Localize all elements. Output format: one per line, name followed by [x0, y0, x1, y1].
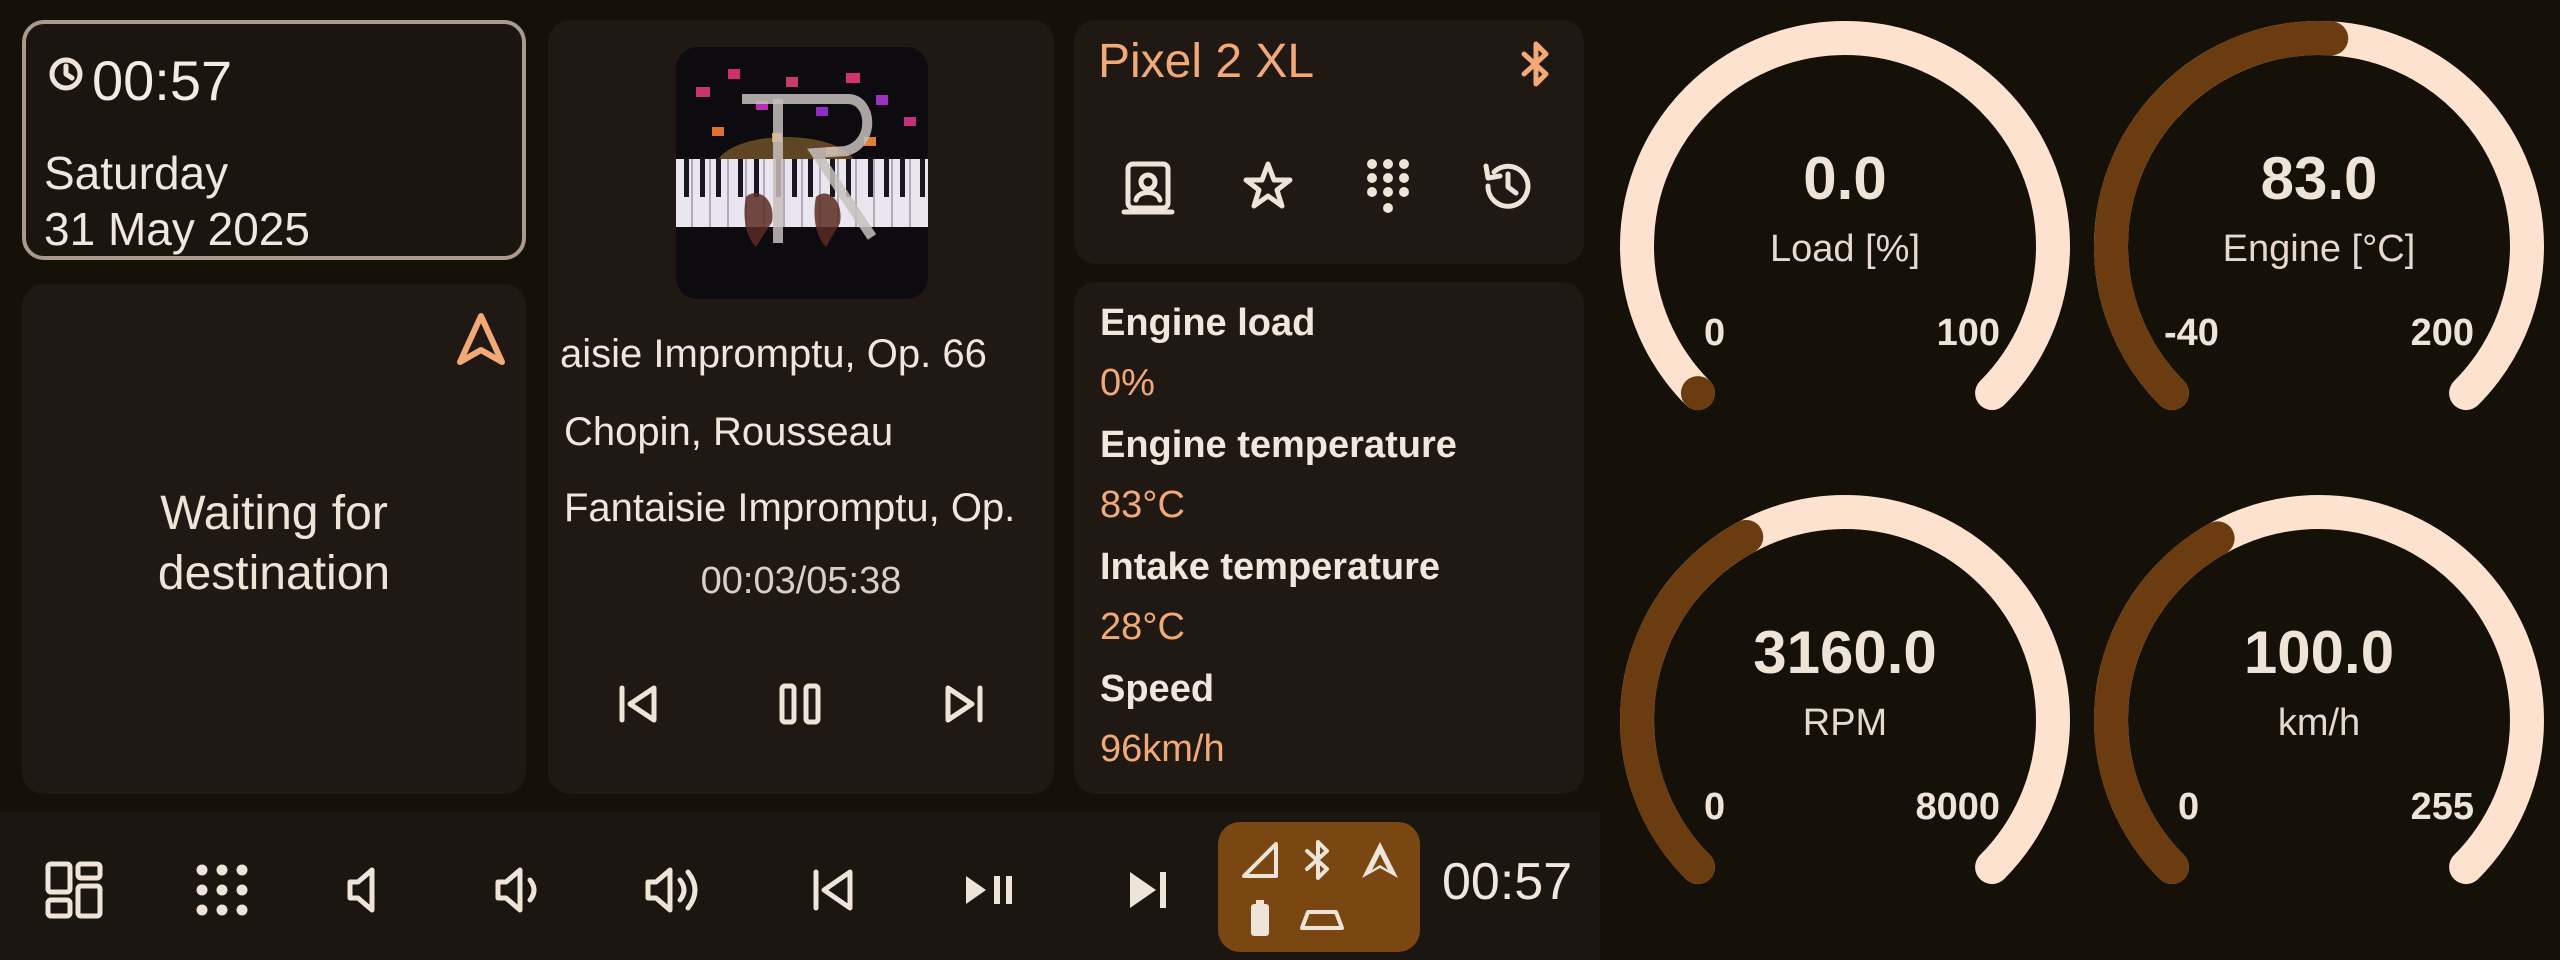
gauge-min: -40 [2164, 312, 2219, 354]
play-pause-button[interactable] [960, 860, 1020, 920]
contacts-button[interactable] [1118, 156, 1178, 216]
album-art [676, 47, 928, 299]
gauge-unit: km/h [2277, 702, 2361, 744]
signal-icon [1240, 840, 1280, 880]
navigation-card[interactable]: Waiting for destination [22, 284, 526, 794]
clock-day: Saturday [44, 147, 229, 199]
gauge-min: 0 [1704, 786, 1726, 828]
gauge-max: 100 [1936, 312, 2000, 354]
gauge-unit: RPM [1802, 702, 1888, 744]
bluetooth-status-icon [1298, 838, 1338, 882]
gauge-unit: Load [%] [1770, 228, 1920, 270]
gauge-value: 0.0 [1803, 145, 1887, 212]
gauge-value: 100.0 [2243, 619, 2395, 686]
gauge-load: 0.0 Load [%] 0 100 [1610, 14, 2080, 474]
dialpad-button[interactable] [1358, 156, 1418, 220]
navigation-arrow-icon [454, 310, 508, 370]
gauge-unit: Engine [°C] [2222, 228, 2416, 270]
gauge-max: 200 [2410, 312, 2474, 354]
volume-down-button[interactable] [490, 860, 550, 920]
gauge-min: 0 [2178, 786, 2200, 828]
gauge-max: 8000 [1915, 786, 2000, 828]
obd-value: 28°C [1100, 606, 1185, 648]
track-artist: Chopin, Rousseau [564, 410, 894, 454]
previous-track-button[interactable] [614, 680, 662, 728]
phone-device-name: Pixel 2 XL [1098, 35, 1315, 88]
gauge-engine-temperature: 83.0 Engine [°C] -40 200 [2084, 14, 2554, 474]
volume-up-button[interactable] [644, 860, 704, 920]
obd-value: 96km/h [1100, 728, 1225, 770]
obd-label: Speed [1100, 668, 1215, 710]
track-position: 00:03/05:38 [700, 560, 902, 602]
gauge-value: 83.0 [2260, 145, 2378, 212]
obd-label: Engine temperature [1100, 424, 1457, 466]
car-icon [1298, 906, 1346, 934]
clock-time: 00:57 [92, 49, 233, 112]
track-title: aisie Impromptu, Op. 66 [560, 332, 987, 376]
battery-icon [1248, 898, 1272, 938]
clock-date: 31 May 2025 [44, 203, 310, 255]
obd-label: Intake temperature [1100, 546, 1441, 588]
pause-button[interactable] [776, 680, 826, 728]
obd-card[interactable]: Engine load 0% Engine temperature 83°C I… [1074, 282, 1584, 794]
favorites-button[interactable] [1238, 156, 1298, 216]
gauge-fill [2094, 21, 2349, 411]
apps-button[interactable] [192, 860, 252, 920]
obd-value: 0% [1100, 362, 1155, 404]
dashboard-button[interactable] [44, 860, 104, 920]
previous-button[interactable] [804, 860, 864, 920]
navigation-status: Waiting for destination [157, 487, 391, 600]
media-card[interactable]: aisie Impromptu, Op. 66 Chopin, Rousseau… [548, 20, 1054, 794]
next-track-button[interactable] [940, 680, 988, 728]
obd-value: 83°C [1100, 484, 1185, 526]
clock-icon [48, 56, 84, 92]
recent-calls-button[interactable] [1478, 156, 1538, 216]
obd-label: Engine load [1100, 302, 1316, 344]
bottom-bar-clock: 00:57 [1442, 853, 1573, 911]
android-auto-icon [1358, 838, 1402, 882]
gauge-rpm: 3160.0 RPM 0 8000 [1610, 488, 2080, 948]
track-album: Fantaisie Impromptu, Op. [564, 486, 1016, 530]
volume-mute-button[interactable] [338, 860, 398, 920]
gauge-max: 255 [2410, 786, 2474, 828]
clock-card[interactable]: 00:57 Saturday 31 May 2025 [22, 20, 526, 260]
status-indicators[interactable] [1218, 822, 1420, 952]
bluetooth-icon [1514, 40, 1558, 88]
next-button[interactable] [1118, 860, 1178, 920]
gauge-value: 3160.0 [1753, 619, 1937, 686]
phone-card[interactable]: Pixel 2 XL [1074, 20, 1584, 264]
gauge-min: 0 [1704, 312, 1726, 354]
gauge-speed: 100.0 km/h 0 255 [2084, 488, 2554, 948]
